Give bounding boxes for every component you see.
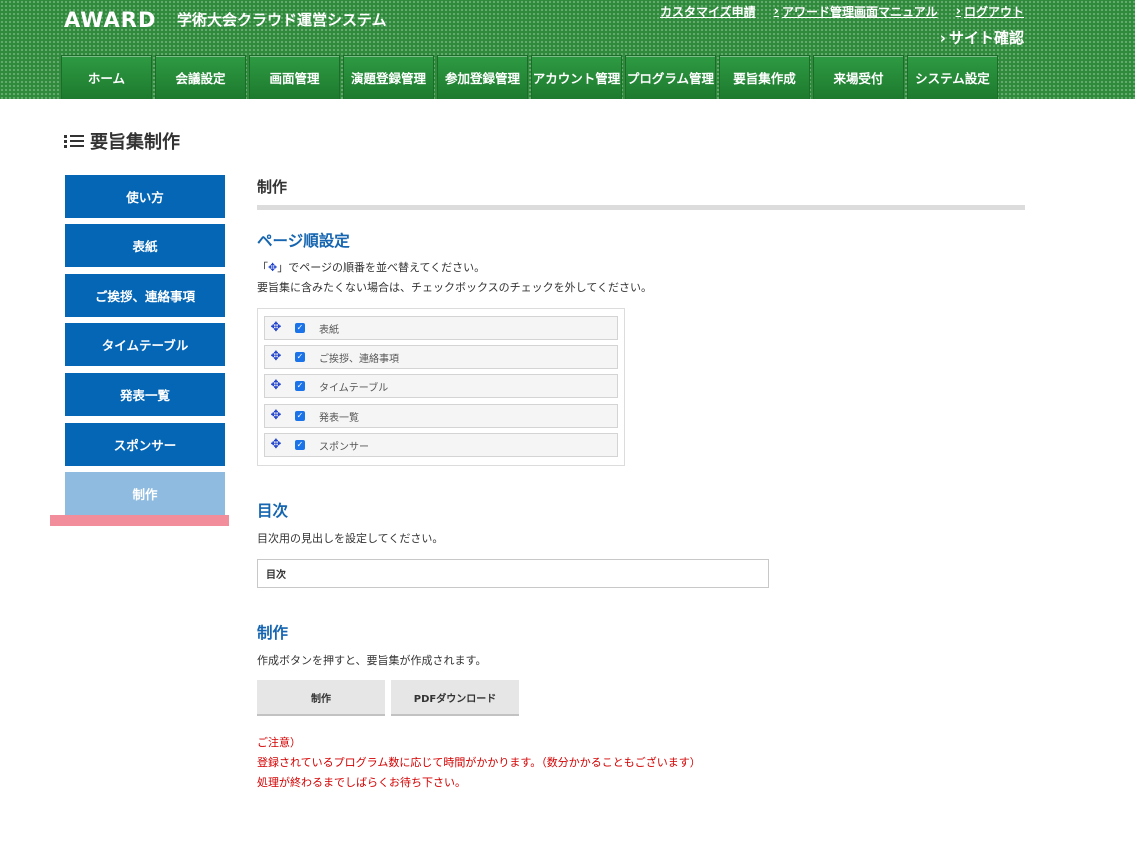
note-line-1: 登録されているプログラム数に応じて時間がかかります。（数分かかることもございます… [257,756,701,769]
page-order-desc-2: 要旨集に含みたくない場合は、チェックボックスのチェックを外してください。 [257,281,653,294]
manual-label: アワード管理画面マニュアル [781,5,938,19]
header-bar: AWARD 学術大会クラウド運営システム カスタマイズ申請 › アワード管理画面… [0,0,1135,99]
pdf-download-button[interactable]: PDFダウンロード [391,680,519,716]
drag-handle-icon[interactable]: ✥ [270,379,282,392]
main-heading: 制作 [257,178,288,196]
active-item-highlight [50,515,229,526]
list-icon [64,133,84,149]
sidebar-item-cover[interactable]: 表紙 [65,224,225,267]
nav-tab-abstract-registration[interactable]: 演題登録管理 [343,55,434,99]
sidebar-item-usage[interactable]: 使い方 [65,175,225,218]
list-item-label: タイムテーブル [319,382,389,394]
page-order-desc-1: 「✥」でページの順番を並べ替えてください。 [257,259,485,275]
desc-text: 」でページの順番を並べ替えてください。 [277,261,486,274]
chevron-right-icon: › [773,4,779,19]
customize-request-link[interactable]: カスタマイズ申請 [660,3,756,20]
list-item[interactable]: ✥ ✓ スポンサー [264,433,618,457]
create-button[interactable]: 制作 [257,680,385,716]
sidebar-item-greetings[interactable]: ご挨拶、連絡事項 [65,274,225,317]
page-heading: 要旨集制作 [64,128,180,154]
award-logo[interactable]: AWARD [64,8,156,32]
drag-handle-icon[interactable]: ✥ [270,409,282,422]
list-item[interactable]: ✥ ✓ 表紙 [264,316,618,340]
include-checkbox[interactable]: ✓ [295,381,305,391]
page-order-list: ✥ ✓ 表紙 ✥ ✓ ご挨拶、連絡事項 ✥ ✓ タイムテーブル ✥ ✓ 発表一覧… [257,308,625,466]
list-item-label: 表紙 [319,324,339,336]
chevron-right-icon: › [955,4,961,19]
drag-handle-icon[interactable]: ✥ [270,438,282,451]
site-check-link[interactable]: › サイト確認 [940,27,1024,48]
note-line-2: 処理が終わるまでしばらくお待ち下さい。 [257,776,466,789]
chevron-right-icon: › [939,28,946,47]
customize-request-label: カスタマイズ申請 [659,5,756,19]
drag-handle-icon[interactable]: ✥ [270,350,282,363]
note-title: ご注意） [257,736,301,749]
nav-tab-system-settings[interactable]: システム設定 [907,55,998,99]
list-item[interactable]: ✥ ✓ ご挨拶、連絡事項 [264,345,618,369]
list-item[interactable]: ✥ ✓ 発表一覧 [264,404,618,428]
system-name: 学術大会クラウド運営システム [177,11,387,29]
sidebar-item-production[interactable]: 制作 [65,472,225,515]
nav-tab-screen-management[interactable]: 画面管理 [249,55,340,99]
logout-label: ログアウト [963,5,1024,19]
list-item[interactable]: ✥ ✓ タイムテーブル [264,374,618,398]
include-checkbox[interactable]: ✓ [295,352,305,362]
page-order-heading: ページ順設定 [257,232,350,250]
sidebar-item-sponsors[interactable]: スポンサー [65,423,225,466]
manual-link[interactable]: › アワード管理画面マニュアル [774,3,938,20]
sidebar-item-presentations[interactable]: 発表一覧 [65,373,225,416]
header-links: カスタマイズ申請 › アワード管理画面マニュアル › ログアウト [660,3,1024,20]
nav-tab-participant-registration[interactable]: 参加登録管理 [437,55,528,99]
nav-tab-home[interactable]: ホーム [61,55,152,99]
heading-divider [257,205,1025,210]
desc-bracket-open: 「 [257,261,268,274]
include-checkbox[interactable]: ✓ [295,440,305,450]
include-checkbox[interactable]: ✓ [295,411,305,421]
list-item-label: ご挨拶、連絡事項 [319,353,399,365]
page-title: 要旨集制作 [90,132,180,153]
main-nav: ホーム 会議設定 画面管理 演題登録管理 参加登録管理 アカウント管理 プログラ… [61,55,998,99]
site-check-label: サイト確認 [948,29,1024,47]
nav-tab-account-management[interactable]: アカウント管理 [531,55,622,99]
drag-handle-icon[interactable]: ✥ [270,321,282,334]
toc-desc: 目次用の見出しを設定してください。 [257,532,444,545]
toc-heading: 目次 [257,502,289,520]
nav-tab-conference-settings[interactable]: 会議設定 [155,55,246,99]
sidebar-item-timetable[interactable]: タイムテーブル [65,323,225,366]
production-desc: 作成ボタンを押すと、要旨集が作成されます。 [257,654,487,667]
list-item-label: 発表一覧 [319,412,359,424]
nav-tab-reception[interactable]: 来場受付 [813,55,904,99]
nav-tab-abstract-book[interactable]: 要旨集作成 [719,55,810,99]
toc-heading-input[interactable] [257,559,769,588]
nav-tab-program-management[interactable]: プログラム管理 [625,55,716,99]
logout-link[interactable]: › ログアウト [956,3,1024,20]
production-heading: 制作 [257,624,289,642]
include-checkbox[interactable]: ✓ [295,323,305,333]
move-icon: ✥ [268,261,278,274]
list-item-label: スポンサー [319,441,369,453]
